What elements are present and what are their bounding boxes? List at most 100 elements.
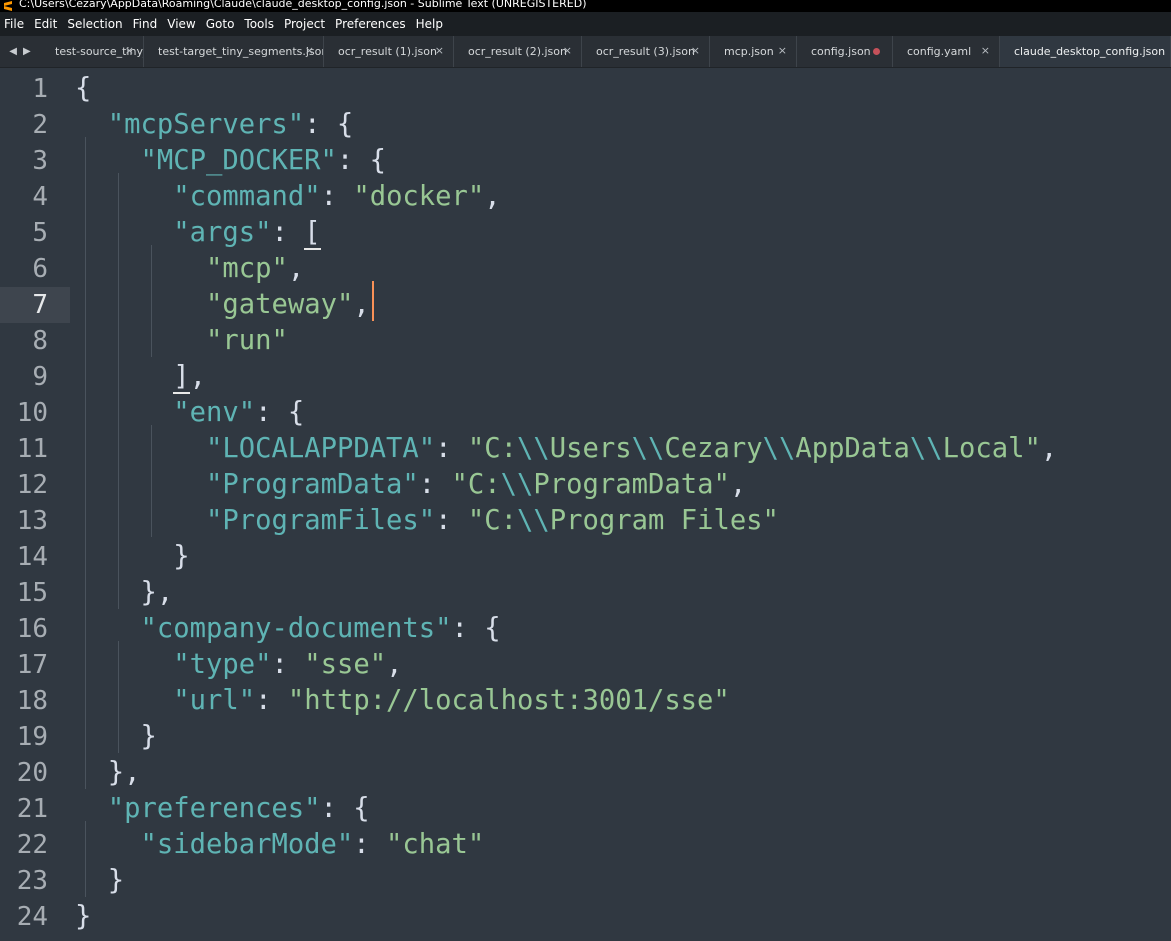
menu-find[interactable]: Find bbox=[129, 12, 164, 36]
code-line[interactable]: "sidebarMode": "chat" bbox=[75, 827, 1165, 863]
menu-file[interactable]: File bbox=[0, 12, 30, 36]
close-icon[interactable]: × bbox=[305, 44, 314, 57]
tab-label: ocr_result (1).json bbox=[338, 45, 437, 58]
line-number: 22 bbox=[16, 830, 48, 860]
code-line[interactable]: "MCP_DOCKER": { bbox=[75, 143, 1165, 179]
tab-3[interactable]: ocr_result (1).json × bbox=[324, 36, 454, 67]
line-number: 14 bbox=[16, 542, 48, 572]
tab-label: ocr_result (2).json bbox=[468, 45, 567, 58]
code-line[interactable]: }, bbox=[75, 755, 1165, 791]
sublime-icon bbox=[4, 1, 12, 11]
line-number: 19 bbox=[16, 722, 48, 752]
line-number-gutter: 1 2 3 4 5 6 7 8 9 10 11 12 13 14 15 16 17 18 19 20 21 22 23 24 bbox=[0, 68, 70, 941]
code-line[interactable]: "preferences": { bbox=[75, 791, 1165, 827]
tab-7[interactable]: config.json bbox=[797, 36, 893, 67]
window-title: C:\Users\Cezary\AppData\Roaming\Claude\c… bbox=[19, 0, 587, 10]
code-area[interactable]: { "mcpServers": { "MCP_DOCKER": { "comma… bbox=[75, 68, 1165, 941]
line-number: 17 bbox=[16, 650, 48, 680]
code-line[interactable]: "args": [ bbox=[75, 215, 1165, 251]
menu-selection[interactable]: Selection bbox=[63, 12, 128, 36]
code-editor[interactable]: 1 2 3 4 5 6 7 8 9 10 11 12 13 14 15 16 17 18 19 20 21 22 23 24 … bbox=[0, 68, 1171, 941]
close-icon[interactable]: × bbox=[778, 44, 787, 57]
line-number: 12 bbox=[16, 470, 48, 500]
tab-1[interactable]: test-source_tiny_se× bbox=[40, 36, 144, 67]
tab-6[interactable]: mcp.json × bbox=[710, 36, 797, 67]
text-cursor bbox=[371, 281, 374, 321]
line-number: 20 bbox=[16, 758, 48, 788]
line-number: 18 bbox=[16, 686, 48, 716]
line-number: 15 bbox=[16, 578, 48, 608]
code-line[interactable]: } bbox=[75, 719, 1165, 755]
close-icon[interactable]: × bbox=[435, 44, 444, 57]
code-line[interactable]: "mcpServers": { bbox=[75, 107, 1165, 143]
line-number: 9 bbox=[32, 362, 48, 392]
close-icon[interactable]: × bbox=[125, 44, 134, 57]
menu-edit[interactable]: Edit bbox=[30, 12, 63, 36]
tab-9[interactable]: claude_desktop_config.json bbox=[1000, 36, 1171, 67]
tab-scroll-left-icon[interactable]: ◀ bbox=[9, 46, 17, 57]
tab-label: config.yaml bbox=[907, 45, 972, 58]
tab-label: claude_desktop_config.json bbox=[1014, 45, 1166, 58]
indent-guide bbox=[85, 137, 87, 789]
code-line[interactable]: ], bbox=[75, 359, 1165, 395]
code-line[interactable]: "company-documents": { bbox=[75, 611, 1165, 647]
tab-label: mcp.json bbox=[724, 45, 774, 58]
code-line[interactable]: } bbox=[75, 539, 1165, 575]
line-number: 3 bbox=[32, 146, 48, 176]
tab-label: test-target_tiny_segments.json bbox=[158, 45, 323, 58]
indent-guide bbox=[85, 821, 87, 897]
code-line[interactable]: "env": { bbox=[75, 395, 1165, 431]
line-number: 10 bbox=[16, 398, 48, 428]
tab-bar: ◀ ▶ test-source_tiny_se×test-target_tiny… bbox=[0, 36, 1171, 68]
line-number: 21 bbox=[16, 794, 48, 824]
code-line[interactable]: } bbox=[75, 863, 1165, 899]
menu-help[interactable]: Help bbox=[412, 12, 449, 36]
code-line[interactable]: } bbox=[75, 899, 1165, 935]
line-number: 5 bbox=[32, 218, 48, 248]
line-number: 6 bbox=[32, 254, 48, 284]
close-icon[interactable]: × bbox=[981, 44, 990, 57]
tab-label: ocr_result (3).json bbox=[596, 45, 695, 58]
code-line[interactable]: { bbox=[75, 71, 1165, 107]
code-line[interactable]: "type": "sse", bbox=[75, 647, 1165, 683]
tab-5[interactable]: ocr_result (3).json × bbox=[582, 36, 710, 67]
tab-2[interactable]: test-target_tiny_segments.json × bbox=[144, 36, 324, 67]
code-line[interactable]: }, bbox=[75, 575, 1165, 611]
menu-project[interactable]: Project bbox=[280, 12, 331, 36]
code-line[interactable]: "ProgramFiles": "C:\\Program Files" bbox=[75, 503, 1165, 539]
code-line[interactable]: "ProgramData": "C:\\ProgramData", bbox=[75, 467, 1165, 503]
code-line[interactable]: "LOCALAPPDATA": "C:\\Users\\Cezary\\AppD… bbox=[75, 431, 1165, 467]
code-line[interactable]: "gateway", bbox=[75, 287, 1165, 323]
line-number: 2 bbox=[32, 110, 48, 140]
tab-label: config.json bbox=[811, 45, 871, 58]
menu-tools[interactable]: Tools bbox=[240, 12, 280, 36]
line-number: 24 bbox=[16, 902, 48, 932]
line-number: 11 bbox=[16, 434, 48, 464]
tab-scroll-right-icon[interactable]: ▶ bbox=[23, 46, 31, 57]
menu-preferences[interactable]: Preferences bbox=[331, 12, 412, 36]
code-line[interactable]: "run" bbox=[75, 323, 1165, 359]
code-line[interactable]: "url": "http://localhost:3001/sse" bbox=[75, 683, 1165, 719]
tab-8[interactable]: config.yaml × bbox=[893, 36, 1000, 67]
menu-goto[interactable]: Goto bbox=[202, 12, 241, 36]
tab-navigation: ◀ ▶ bbox=[0, 36, 40, 67]
line-number: 23 bbox=[16, 866, 48, 896]
indent-guide bbox=[117, 641, 119, 753]
tab-4[interactable]: ocr_result (2).json × bbox=[454, 36, 582, 67]
unsaved-dot-icon[interactable] bbox=[873, 48, 880, 55]
indent-guide bbox=[150, 425, 152, 537]
code-line[interactable]: "mcp", bbox=[75, 251, 1165, 287]
window-titlebar: C:\Users\Cezary\AppData\Roaming\Claude\c… bbox=[0, 0, 1171, 12]
indent-guide bbox=[117, 173, 119, 609]
close-icon[interactable]: × bbox=[691, 44, 700, 57]
menu-bar: File Edit Selection Find View Goto Tools Projec… bbox=[0, 12, 1171, 36]
line-number: 7 bbox=[0, 287, 70, 323]
line-number: 16 bbox=[16, 614, 48, 644]
menu-view[interactable]: View bbox=[163, 12, 201, 36]
line-number: 1 bbox=[32, 74, 48, 104]
line-number: 13 bbox=[16, 506, 48, 536]
close-icon[interactable]: × bbox=[563, 44, 572, 57]
indent-guide bbox=[150, 245, 152, 357]
line-number: 4 bbox=[32, 182, 48, 212]
code-line[interactable]: "command": "docker", bbox=[75, 179, 1165, 215]
